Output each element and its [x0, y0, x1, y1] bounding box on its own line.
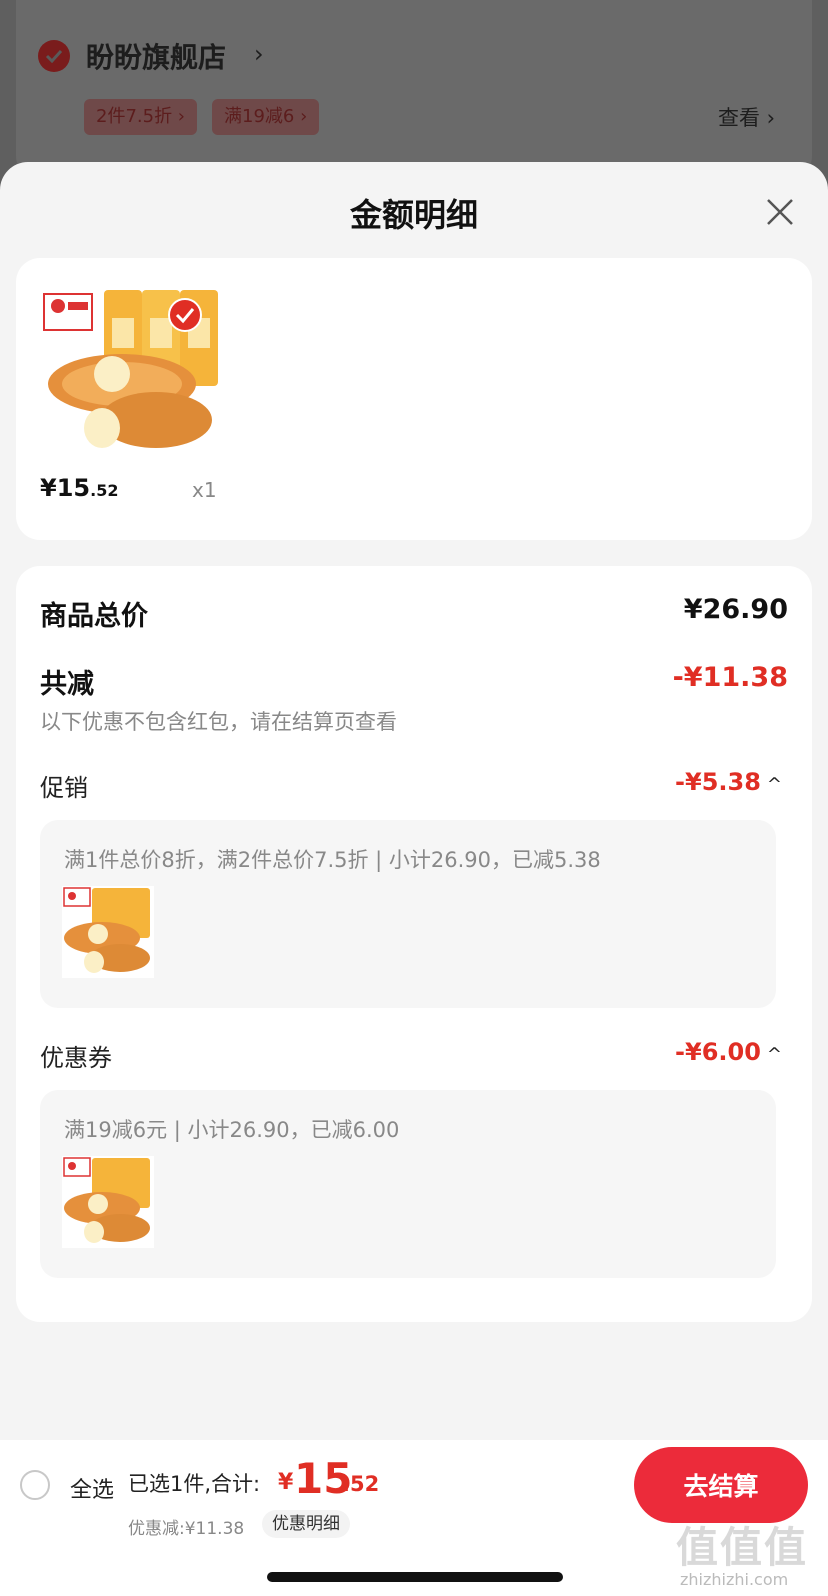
product-price: ¥15.52 — [40, 474, 119, 502]
amount-detail-sheet: 金额明细 ¥15.52 x1 商品总价 ¥26.90 共减 -¥11.38 以下… — [0, 162, 828, 1596]
promo-tag-coupon[interactable]: 满19减6 › — [212, 99, 320, 135]
caret-up-icon[interactable]: ^ — [767, 1044, 782, 1065]
view-link[interactable]: 查看 › — [718, 102, 775, 132]
coupon-detail-box: 满19减6元 | 小计26.90，已减6.00 — [40, 1090, 776, 1278]
promo-value[interactable]: -¥5.38 ^ — [675, 768, 782, 796]
coupon-product-thumbnail — [62, 1156, 154, 1248]
reduce-label: 共减 — [40, 669, 94, 700]
total-currency: ¥ — [278, 1470, 294, 1495]
watermark-url: zhizhizhi.com — [680, 1570, 789, 1589]
select-all-label[interactable]: 全选 — [70, 1472, 114, 1504]
reduce-value: -¥11.38 — [672, 662, 788, 693]
discount-summary: 优惠减:¥11.38 — [128, 1519, 245, 1539]
watermark-logo: 值值值 — [676, 1523, 809, 1572]
chevron-right-icon[interactable]: › — [254, 40, 264, 68]
checkout-button[interactable]: 去结算 — [634, 1447, 808, 1523]
select-all-checkbox[interactable] — [20, 1470, 50, 1500]
close-icon[interactable] — [760, 192, 800, 232]
promo-detail-text: 满1件总价8折，满2件总价7.5折 | 小计26.90，已减5.38 — [64, 848, 601, 872]
selected-check-icon[interactable] — [168, 298, 202, 332]
store-check-icon[interactable] — [38, 40, 70, 72]
selected-summary: 已选1件,合计: — [128, 1472, 261, 1496]
product-card: ¥15.52 x1 — [16, 258, 812, 540]
promo-product-thumbnail — [62, 886, 154, 978]
total-amount-decimal: .52 — [342, 1472, 380, 1496]
total-price-value: ¥26.90 — [683, 594, 788, 625]
store-card — [16, 0, 812, 180]
promo-tag-discount[interactable]: 2件7.5折 › — [84, 99, 197, 135]
price-detail-card: 商品总价 ¥26.90 共减 -¥11.38 以下优惠不包含红包，请在结算页查看… — [16, 566, 812, 1322]
coupon-detail-text: 满19减6元 | 小计26.90，已减6.00 — [64, 1118, 400, 1142]
discount-detail-button[interactable]: 优惠明细 — [262, 1510, 350, 1538]
discount-note: 以下优惠不包含红包，请在结算页查看 — [40, 710, 397, 734]
caret-up-icon[interactable]: ^ — [767, 774, 782, 795]
home-indicator — [267, 1572, 563, 1582]
sheet-title: 金额明细 — [349, 196, 478, 234]
coupon-label: 优惠券 — [40, 1044, 112, 1072]
total-price-label: 商品总价 — [40, 601, 148, 632]
promo-label: 促销 — [40, 774, 88, 802]
store-name[interactable]: 盼盼旗舰店 — [86, 36, 226, 76]
promo-detail-box: 满1件总价8折，满2件总价7.5折 | 小计26.90，已减5.38 — [40, 820, 776, 1008]
coupon-value[interactable]: -¥6.00 ^ — [675, 1038, 782, 1066]
product-quantity: x1 — [192, 478, 217, 502]
